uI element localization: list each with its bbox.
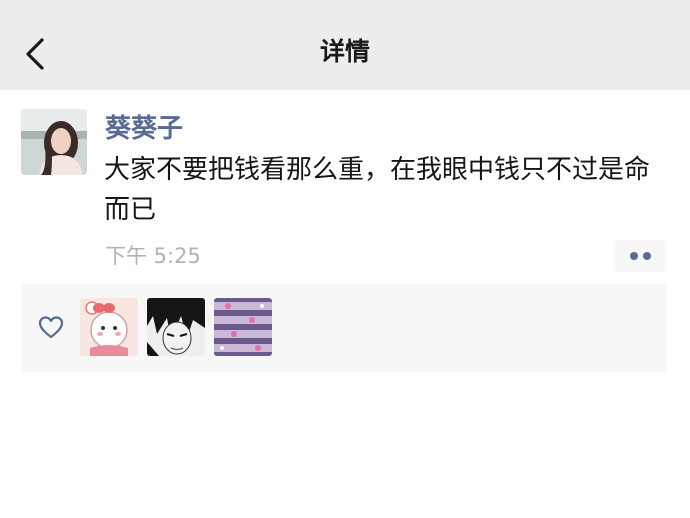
likes-section [21, 284, 667, 372]
heart-outline-icon [38, 316, 64, 339]
liker-avatar-image [147, 298, 205, 356]
liker-avatar-image [214, 298, 272, 356]
post-time: 下午 5:25 [105, 244, 201, 268]
two-dots-icon [630, 252, 638, 260]
two-dots-icon [643, 252, 651, 260]
nav-bar: 详情 [0, 0, 690, 90]
post-content: 大家不要把钱看那么重，在我眼中钱只不过是命而已 [104, 155, 651, 225]
more-actions-button[interactable] [614, 240, 666, 272]
liker-avatar-image [80, 298, 138, 356]
page-title: 详情 [319, 37, 370, 66]
avatar[interactable] [21, 109, 87, 175]
liker-avatar[interactable] [80, 298, 138, 356]
liker-avatar[interactable] [147, 298, 205, 356]
username-link[interactable]: 葵葵子 [105, 108, 183, 145]
liker-avatar[interactable] [214, 298, 272, 356]
avatar-image [21, 109, 87, 175]
